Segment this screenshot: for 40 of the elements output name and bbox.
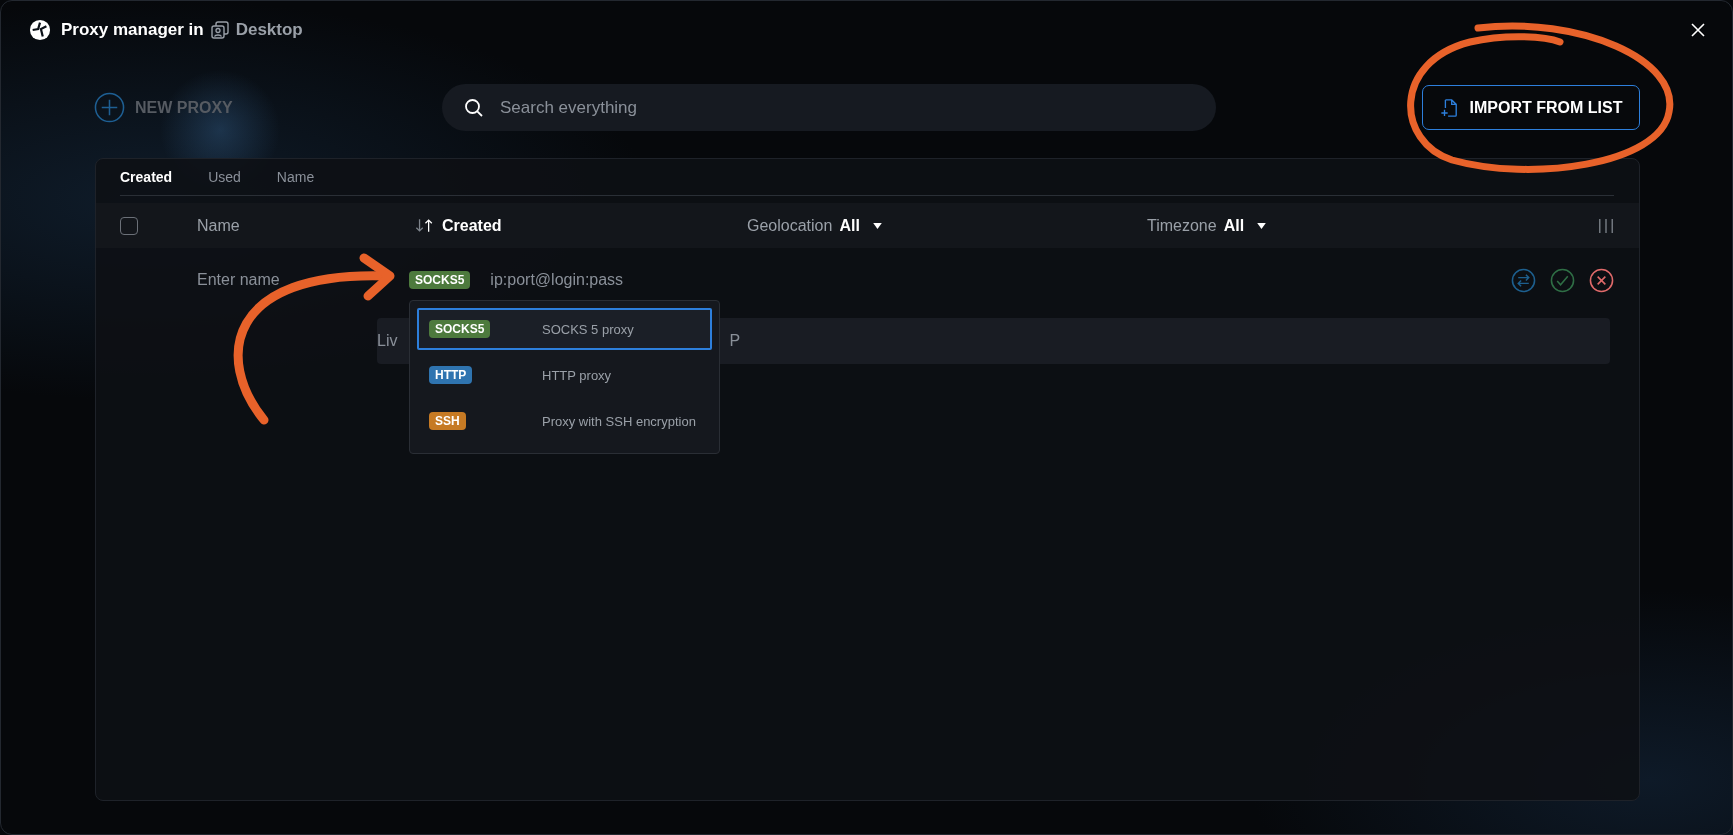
proxy-type-tag: SSH (429, 412, 466, 430)
field-text: Liv (377, 332, 398, 350)
menu-item[interactable]: SOCKS5 SOCKS 5 proxy (417, 308, 712, 350)
menu-item-description: Proxy with SSH encryption (542, 413, 696, 429)
column-header: Timezone (1147, 216, 1217, 235)
field-text: P (729, 332, 741, 350)
file-plus-icon (1439, 97, 1458, 118)
address-field[interactable]: ip:port@login:pass (490, 271, 624, 289)
menu-item[interactable]: SSH Proxy with SSH encryption (417, 400, 712, 442)
import-from-list-button[interactable]: IMPORT FROM LIST (1422, 85, 1640, 130)
search-icon (464, 98, 484, 118)
caret-icon[interactable] (872, 222, 882, 229)
plus-icon (94, 92, 125, 123)
menu-item-description: HTTP proxy (542, 367, 612, 383)
sort-tab[interactable]: Name (276, 167, 315, 187)
sort-tab[interactable]: Created (120, 167, 173, 187)
window-title: Proxy manager in (61, 20, 204, 40)
column-header: Geolocation (747, 216, 833, 235)
sort-icon[interactable] (415, 218, 435, 233)
logo-icon (29, 19, 51, 41)
workspace-name[interactable]: Desktop (235, 20, 303, 40)
name-field[interactable]: Enter name (197, 271, 409, 289)
select-all-checkbox[interactable] (120, 216, 138, 235)
workspace-icon (209, 20, 230, 40)
search-field[interactable]: Search everything (442, 84, 1216, 131)
close-icon[interactable] (1690, 22, 1706, 38)
check-icon[interactable] (1550, 267, 1575, 293)
proxy-type-tag: HTTP (429, 366, 473, 384)
proxy-type-tag: SOCKS5 (429, 320, 491, 338)
columns-icon[interactable] (1598, 216, 1614, 235)
sort-tab[interactable]: Used (208, 167, 241, 187)
filter-value[interactable]: All (839, 216, 860, 235)
cancel-icon[interactable] (1589, 267, 1614, 293)
column-header[interactable]: Created (442, 216, 502, 235)
column-header[interactable]: Name (197, 216, 240, 235)
swap-icon[interactable] (1511, 267, 1536, 293)
menu-item-description: SOCKS 5 proxy (542, 321, 634, 337)
proxy-type-tag[interactable]: SOCKS5 (409, 271, 471, 289)
caret-icon[interactable] (1257, 222, 1267, 229)
filter-value[interactable]: All (1223, 216, 1245, 235)
